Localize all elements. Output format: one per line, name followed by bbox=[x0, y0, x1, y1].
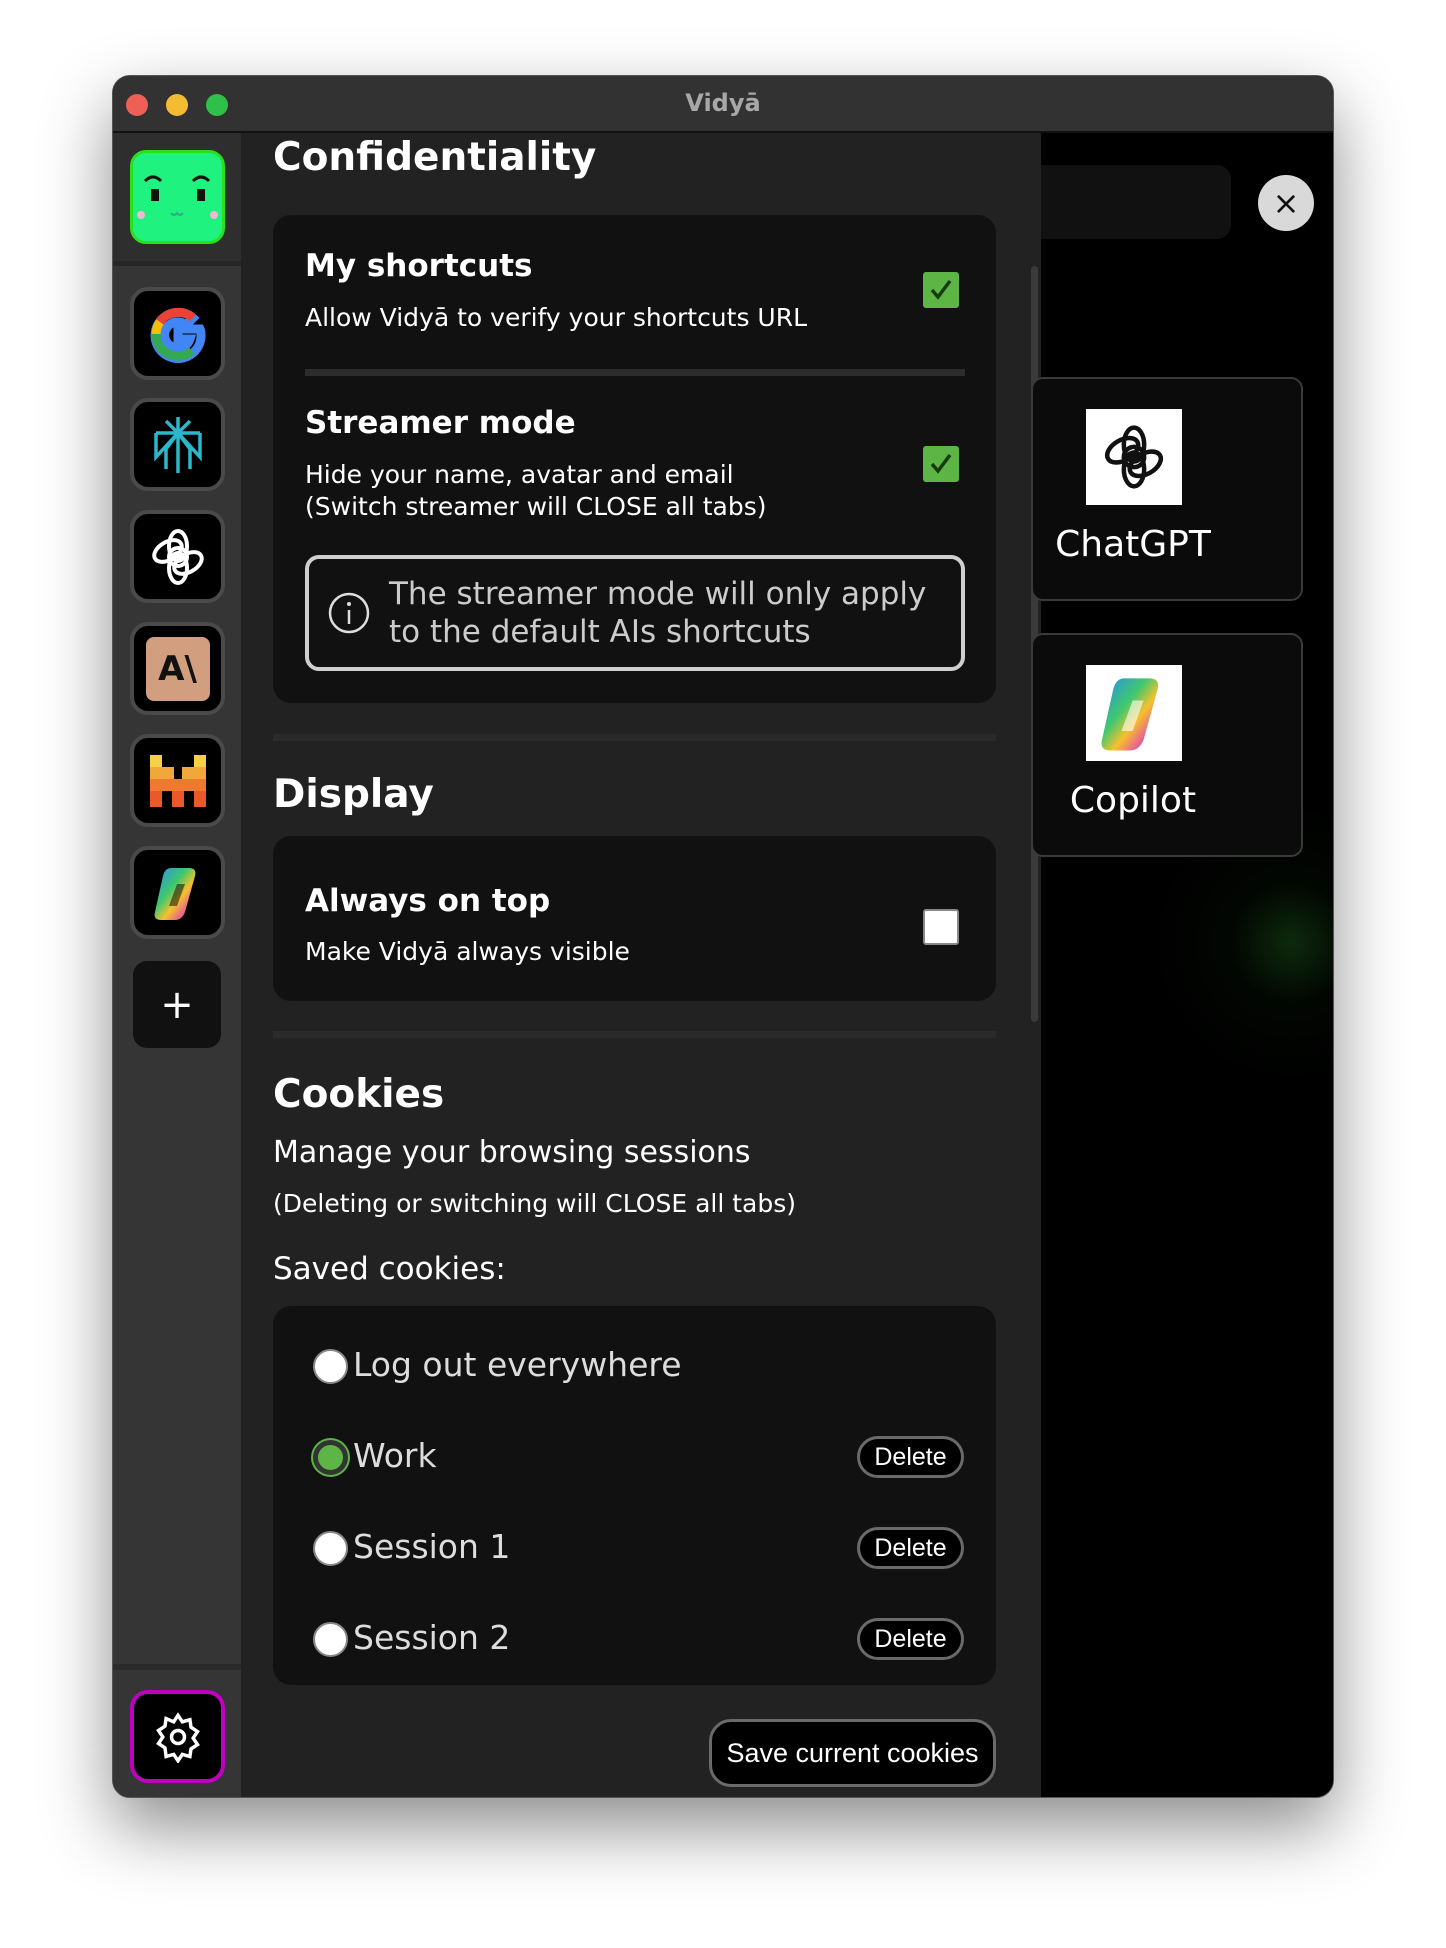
sidebar-item-copilot[interactable] bbox=[130, 846, 225, 939]
sidebar-item-google[interactable] bbox=[130, 287, 225, 380]
delete-button[interactable]: Delete bbox=[857, 1618, 964, 1660]
streamer-mode-description: Hide your name, avatar and email bbox=[305, 460, 734, 489]
search-bar[interactable] bbox=[1041, 165, 1231, 239]
info-icon bbox=[328, 592, 370, 634]
sidebar-divider bbox=[113, 1664, 241, 1670]
sidebar: A\ + bbox=[113, 133, 241, 1797]
sidebar-item-perplexity[interactable] bbox=[130, 398, 225, 491]
delete-button[interactable]: Delete bbox=[857, 1436, 964, 1478]
save-current-cookies-button[interactable]: Save current cookies bbox=[709, 1719, 996, 1787]
main-content: × ChatGPT Copilot bbox=[1031, 133, 1333, 1797]
cookies-note: (Deleting or switching will CLOSE all ta… bbox=[273, 1189, 796, 1218]
ai-card-label: ChatGPT bbox=[1055, 524, 1211, 565]
perplexity-icon bbox=[153, 416, 202, 473]
cookie-option-session-1[interactable]: Session 1 Delete bbox=[273, 1523, 996, 1573]
settings-panel: Confidentiality My shortcuts Allow Vidyā… bbox=[241, 133, 1041, 1797]
info-text-line-1: The streamer mode will only apply bbox=[389, 576, 927, 612]
close-button[interactable]: × bbox=[1258, 175, 1314, 231]
delete-button[interactable]: Delete bbox=[857, 1527, 964, 1569]
title-bar: Vidyā bbox=[113, 76, 1333, 133]
sidebar-item-mistral[interactable] bbox=[130, 734, 225, 827]
streamer-mode-checkbox[interactable] bbox=[923, 446, 959, 482]
cookies-subtitle: Manage your browsing sessions bbox=[273, 1135, 751, 1170]
confidentiality-card: My shortcuts Allow Vidyā to verify your … bbox=[273, 215, 996, 703]
add-shortcut-button[interactable]: + bbox=[133, 961, 221, 1048]
ai-card-label: Copilot bbox=[1069, 780, 1197, 821]
openai-icon bbox=[1104, 425, 1164, 489]
radio-button[interactable] bbox=[313, 1622, 348, 1657]
streamer-mode-title: Streamer mode bbox=[305, 405, 576, 441]
section-heading-cookies: Cookies bbox=[273, 1072, 445, 1117]
gear-icon bbox=[155, 1711, 200, 1763]
radio-button-selected[interactable] bbox=[313, 1440, 348, 1475]
radio-button[interactable] bbox=[313, 1349, 348, 1384]
section-heading-confidentiality: Confidentiality bbox=[273, 135, 597, 180]
settings-button[interactable] bbox=[130, 1690, 225, 1783]
sidebar-item-claude[interactable]: A\ bbox=[130, 622, 225, 715]
always-on-top-checkbox[interactable] bbox=[923, 909, 959, 945]
my-shortcuts-title: My shortcuts bbox=[305, 248, 533, 284]
cookie-option-label: Log out everywhere bbox=[353, 1345, 682, 1384]
google-icon bbox=[150, 307, 206, 363]
ai-card-chatgpt[interactable]: ChatGPT bbox=[1031, 377, 1303, 601]
streamer-mode-warning: (Switch streamer will CLOSE all tabs) bbox=[305, 492, 767, 521]
cookie-option-label: Session 2 bbox=[353, 1618, 511, 1657]
check-icon bbox=[930, 453, 952, 474]
cookie-option-logout[interactable]: Log out everywhere bbox=[273, 1341, 996, 1391]
sidebar-item-chatgpt[interactable] bbox=[130, 510, 225, 603]
avatar[interactable] bbox=[130, 150, 225, 244]
section-divider bbox=[273, 734, 996, 741]
anthropic-icon: A\ bbox=[145, 636, 210, 701]
copilot-icon bbox=[154, 867, 195, 920]
always-on-top-description: Make Vidyā always visible bbox=[305, 937, 630, 966]
section-heading-display: Display bbox=[273, 772, 434, 817]
my-shortcuts-checkbox[interactable] bbox=[923, 272, 959, 308]
saved-cookies-label: Saved cookies: bbox=[273, 1251, 506, 1287]
streamer-info-box: The streamer mode will only apply to the… bbox=[305, 555, 965, 671]
display-card: Always on top Make Vidyā always visible bbox=[273, 836, 996, 1001]
cookies-list: Log out everywhere Work Delete Session 1… bbox=[273, 1306, 996, 1685]
copilot-icon bbox=[1101, 678, 1159, 751]
cookie-option-label: Work bbox=[353, 1436, 437, 1475]
section-divider bbox=[273, 1031, 996, 1038]
cookie-option-label: Session 1 bbox=[353, 1527, 511, 1566]
radio-button[interactable] bbox=[313, 1531, 348, 1566]
check-icon bbox=[930, 279, 952, 300]
openai-icon bbox=[151, 528, 204, 585]
cookie-option-work[interactable]: Work Delete bbox=[273, 1432, 996, 1482]
always-on-top-title: Always on top bbox=[305, 883, 551, 919]
mistral-icon bbox=[149, 754, 206, 807]
cookie-option-session-2[interactable]: Session 2 Delete bbox=[273, 1614, 996, 1664]
info-text-line-2: to the default AIs shortcuts bbox=[389, 614, 811, 650]
divider bbox=[305, 369, 965, 376]
window-title: Vidyā bbox=[685, 89, 761, 117]
my-shortcuts-description: Allow Vidyā to verify your shortcuts URL bbox=[305, 303, 808, 332]
app-window: Vidyā A\ + Confidentiality My shortcuts … bbox=[112, 75, 1334, 1798]
ai-card-copilot[interactable]: Copilot bbox=[1031, 633, 1303, 857]
